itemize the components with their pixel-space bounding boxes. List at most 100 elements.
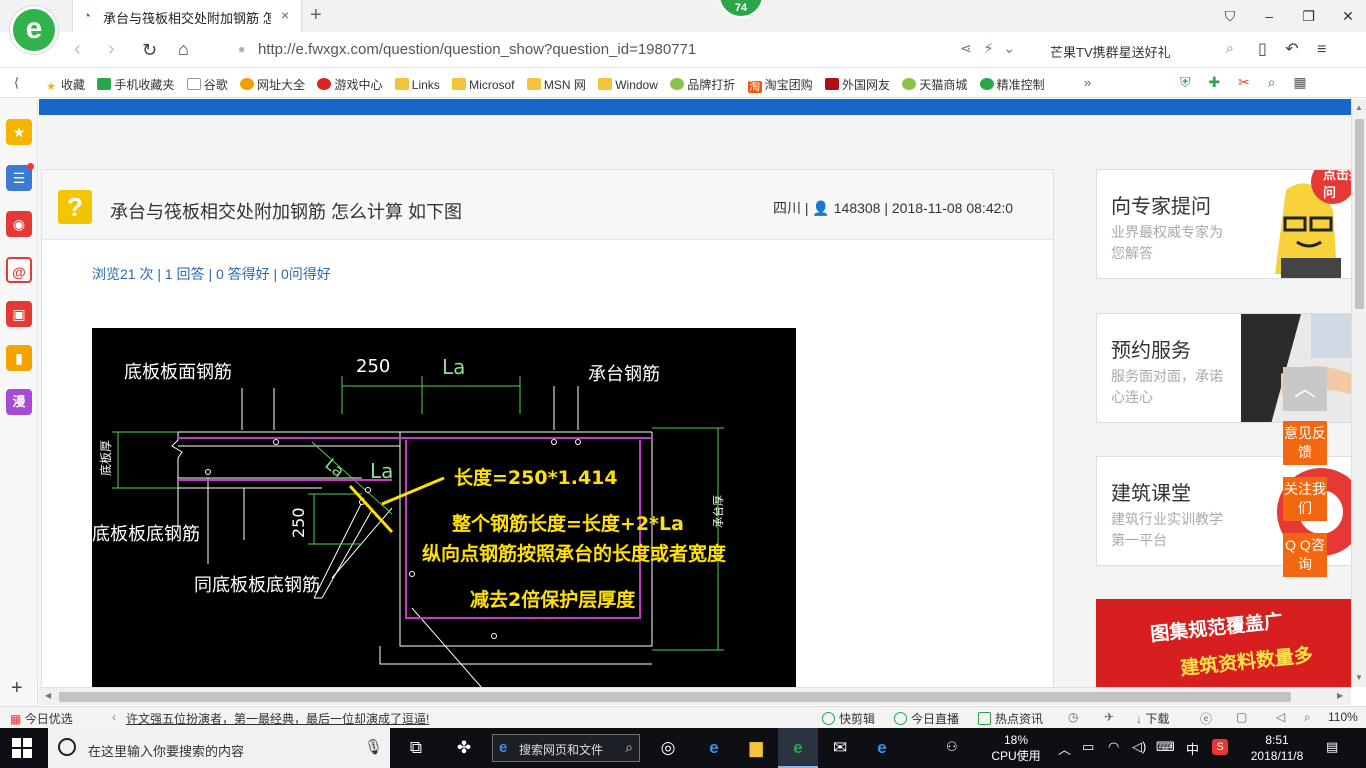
vertical-scroll-thumb[interactable] <box>1355 119 1364 309</box>
game-controller-icon[interactable]: ▣ <box>6 301 32 327</box>
ask-bubble[interactable]: 点击提问 <box>1323 170 1351 202</box>
kuaijianji-link[interactable]: 快剪辑 <box>822 710 875 727</box>
weibo-icon[interactable]: ◉ <box>6 211 32 237</box>
ime-indicator[interactable]: 中 <box>1186 739 1199 758</box>
zoom-icon[interactable]: ⌕ <box>1304 710 1311 725</box>
feedback-button[interactable]: 意见反馈 <box>1283 421 1327 465</box>
file-explorer-icon[interactable]: ▆ <box>736 728 776 768</box>
scroll-up-icon[interactable]: ▲ <box>1355 103 1363 112</box>
refresh-icon[interactable]: ↻ <box>142 40 157 61</box>
home-icon[interactable]: ⌂ <box>178 39 189 60</box>
new-tab-button[interactable]: + <box>310 4 322 27</box>
ie-app-icon[interactable]: e <box>694 728 734 768</box>
microphone-icon[interactable]: 🎙 <box>364 738 383 756</box>
browser-360-app-icon[interactable]: e <box>778 728 818 768</box>
forward-icon[interactable]: › <box>108 38 115 61</box>
windows-start-icon[interactable] <box>12 738 32 758</box>
bookmark-precise[interactable]: 精准控制 <box>979 76 1045 93</box>
taskbar-search-input[interactable]: 在这里输入你要搜索的内容 🎙 <box>48 728 390 768</box>
download-link[interactable]: ↓ 下载 <box>1136 710 1169 727</box>
people-icon[interactable]: ⚇ <box>946 739 958 755</box>
skin-icon[interactable]: ⛉ <box>1212 0 1248 32</box>
scroll-right-icon[interactable]: ▶ <box>1337 691 1343 700</box>
news-chevron-icon[interactable]: ‹ <box>112 710 116 724</box>
sogou-ime-icon[interactable]: S <box>1212 739 1228 755</box>
taskbar-search-placeholder[interactable]: 在这里输入你要搜索的内容 <box>88 741 244 760</box>
wifi-icon[interactable]: ◠ <box>1108 739 1119 755</box>
sidebar-add-icon[interactable]: + <box>11 677 23 700</box>
edge-app-icon[interactable]: e <box>862 728 902 768</box>
news-feed-icon[interactable]: ☰ <box>6 163 34 191</box>
email-icon[interactable]: @ <box>6 257 32 283</box>
book-icon[interactable]: ▮ <box>6 345 32 371</box>
search-icon[interactable]: ⌕ <box>1226 40 1234 57</box>
window-mode-icon[interactable]: ▢ <box>1236 710 1247 724</box>
bookmarks-more-icon[interactable]: » <box>1084 75 1091 90</box>
mobile-icon[interactable]: ▯ <box>1258 41 1267 58</box>
follow-us-button[interactable]: 关注我们 <box>1283 477 1327 521</box>
bookmark-games[interactable]: 游戏中心 <box>317 76 382 93</box>
qq-consult-button[interactable]: Q Q咨询 <box>1283 533 1327 577</box>
web-search-icon[interactable]: ⌕ <box>625 739 633 756</box>
favorites-star-icon[interactable]: ★ <box>6 119 32 145</box>
score-badge[interactable]: 74 <box>718 0 764 18</box>
bookmark-foreign[interactable]: 外国网友 <box>824 76 890 93</box>
volume-icon[interactable]: ◁) <box>1132 739 1146 755</box>
chrome-like-app-icon[interactable]: ◎ <box>648 728 688 768</box>
scroll-down-icon[interactable]: ▼ <box>1355 673 1363 682</box>
ie-mode-icon[interactable]: ⓔ <box>1200 710 1212 727</box>
bookmark-msn[interactable]: MSN 网 <box>526 76 586 93</box>
bookmark-tmall[interactable]: 天猫商城 <box>902 76 967 93</box>
horizontal-scrollbar[interactable]: ◀ ▶ <box>39 687 1351 705</box>
news-ticker[interactable]: 许文强五位扮演者，第一最经典，最后一位却演成了逗逼! <box>126 710 429 727</box>
vertical-scrollbar[interactable]: ▲ ▼ <box>1351 99 1366 687</box>
bookmark-microsoft[interactable]: Microsof <box>452 78 515 92</box>
bookmark-google[interactable]: 谷歌 <box>186 76 228 93</box>
mute-icon[interactable]: ◁ <box>1276 710 1285 724</box>
notification-center-icon[interactable]: ▤ <box>1326 739 1338 755</box>
tab-active[interactable]: ◔ 承台与筏板相交处附加钢筋 怎么 × <box>72 0 302 32</box>
close-button[interactable]: ✕ <box>1330 0 1366 32</box>
web-search-text[interactable]: 搜索网页和文件 <box>519 741 603 758</box>
promo-banner[interactable]: 图集规范覆盖广 建筑资料数量多 <box>1096 599 1351 687</box>
page-info-icon[interactable]: ● <box>238 42 245 56</box>
horizontal-scroll-thumb[interactable] <box>59 692 1291 702</box>
tray-chevron-icon[interactable]: ︿ <box>1058 739 1071 758</box>
bookmark-windows[interactable]: Window <box>598 78 658 92</box>
bookmark-brand-sale[interactable]: 品牌打折 <box>670 76 735 93</box>
hot-news-link[interactable]: 热点资讯 <box>978 710 1043 727</box>
flash-icon[interactable]: ⚡ <box>984 40 994 56</box>
sidebar-toggle-icon[interactable]: ⟨ <box>14 75 19 91</box>
keyboard-icon[interactable]: ⌨ <box>1156 739 1175 755</box>
system-clock[interactable]: 8:51 2018/11/8 <box>1244 732 1310 764</box>
translate-icon[interactable]: ✚ <box>1208 74 1220 90</box>
search-tool-icon[interactable]: ⌕ <box>1268 74 1276 90</box>
bookmark-favorites[interactable]: ★ 收藏 <box>44 76 85 93</box>
share-icon[interactable]: ⋖ <box>960 40 972 56</box>
search-hot-text[interactable]: 芒果TV携群星送好礼 <box>1050 42 1171 61</box>
scroll-left-icon[interactable]: ◀ <box>45 691 51 700</box>
live-link[interactable]: 今日直播 <box>894 710 959 727</box>
card-ask-expert[interactable]: 向专家提问 业界最权威专家为您解答 点击提问 <box>1096 169 1351 279</box>
bookmark-mobile[interactable]: 手机收藏夹 <box>97 76 174 93</box>
question-drawing[interactable]: 底板板面钢筋 250 La 承台钢筋 底板厚 La La 底板板底钢筋 250 … <box>92 328 796 687</box>
url-input[interactable]: ● http://e.fwxgx.com/question/question_s… <box>230 37 950 63</box>
apps-grid-icon[interactable]: ▦ <box>1293 74 1306 90</box>
today-pick[interactable]: ▦ 今日优选 <box>10 710 73 727</box>
bookmark-links[interactable]: Links <box>394 78 440 92</box>
network-tray-icon[interactable]: ▭ <box>1082 739 1094 755</box>
bookmark-nav[interactable]: 网址大全 <box>240 76 305 93</box>
tab-close-icon[interactable]: × <box>281 7 289 23</box>
back-to-top-button[interactable]: ︿ <box>1283 367 1327 411</box>
task-view-icon[interactable]: ⧉ <box>396 728 436 768</box>
minimize-button[interactable]: – <box>1251 0 1287 32</box>
back-icon[interactable]: ‹ <box>74 38 81 61</box>
mail-app-icon[interactable]: ✉ <box>820 728 860 768</box>
shield-icon[interactable]: ⛨ <box>1180 74 1191 90</box>
menu-icon[interactable]: ≡ <box>1317 41 1326 58</box>
scissors-icon[interactable]: ✂ <box>1238 74 1250 90</box>
restore-button[interactable]: ❐ <box>1291 0 1327 32</box>
speed-icon[interactable]: ◷ <box>1068 710 1078 724</box>
pin-icon[interactable]: ✈ <box>1104 710 1114 724</box>
dropdown-icon[interactable]: ⌄ <box>1003 40 1015 56</box>
